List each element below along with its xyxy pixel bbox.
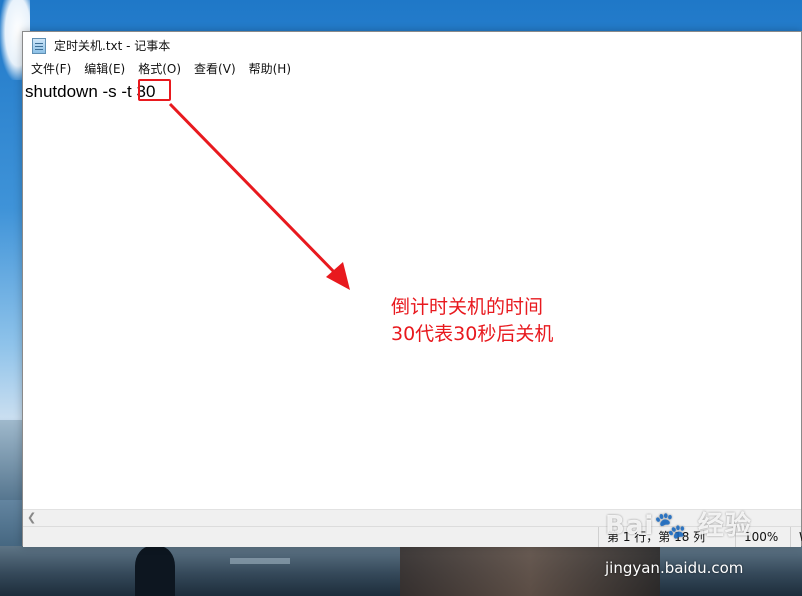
title-bar[interactable]: 定时关机.txt - 记事本 — [23, 32, 801, 59]
baidu-watermark: Bai🐾 经验 jingyan.baidu.com — [605, 505, 752, 577]
desktop-wave — [230, 558, 290, 564]
desktop-sea — [0, 420, 22, 500]
watermark-url: jingyan.baidu.com — [605, 559, 744, 577]
annotation-line-2: 30代表30秒后关机 — [391, 323, 554, 345]
annotation-text: 倒计时关机的时间 30代表30秒后关机 — [391, 294, 553, 348]
desktop-rock — [135, 546, 175, 596]
window-title: 定时关机.txt - 记事本 — [54, 39, 171, 53]
menu-file[interactable]: 文件(F) — [25, 59, 77, 79]
command-prefix: shutdown -s -t — [25, 82, 137, 101]
editor-line[interactable]: shutdown -s -t 30 — [25, 82, 155, 102]
encoding: W — [790, 527, 802, 547]
highlight-box — [138, 79, 171, 101]
notepad-icon — [32, 37, 46, 54]
menu-format[interactable]: 格式(O) — [132, 59, 187, 79]
annotation-line-1: 倒计时关机的时间 — [391, 296, 544, 318]
scroll-left-icon[interactable]: ❮ — [27, 511, 36, 524]
menu-view[interactable]: 查看(V) — [188, 59, 242, 79]
menu-edit[interactable]: 编辑(E) — [78, 59, 131, 79]
watermark-logo: Bai🐾 经验 — [605, 511, 752, 541]
menu-bar: 文件(F) 编辑(E) 格式(O) 查看(V) 帮助(H) — [23, 59, 801, 79]
menu-help[interactable]: 帮助(H) — [243, 59, 297, 79]
notepad-window: 定时关机.txt - 记事本 文件(F) 编辑(E) 格式(O) 查看(V) 帮… — [22, 31, 802, 547]
